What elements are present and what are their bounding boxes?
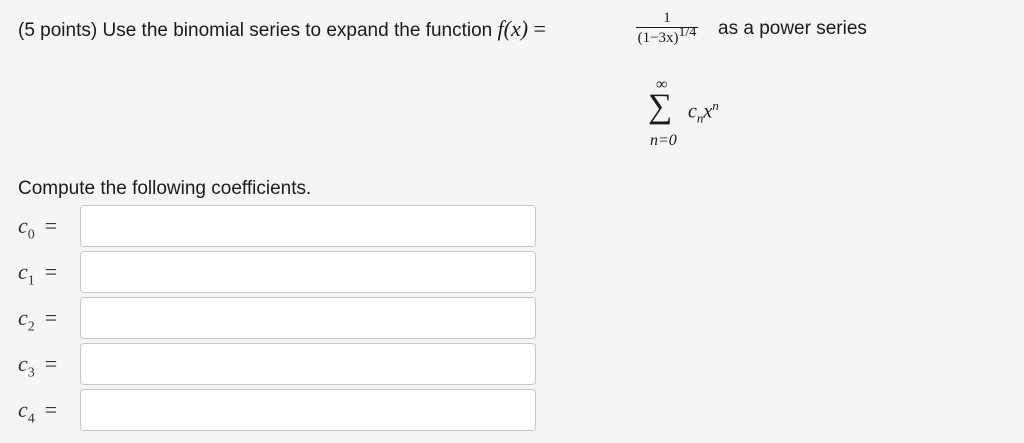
- coefficient-input-c0[interactable]: [80, 205, 536, 247]
- coefficient-row-c1: c1 =: [18, 251, 538, 293]
- coefficient-label: c0 =: [18, 213, 58, 243]
- fraction-denominator: (1−3x)1/4: [637, 25, 697, 46]
- question-suffix: as a power series: [718, 18, 867, 39]
- coefficient-label: c4 =: [18, 397, 58, 427]
- series-term: cnxn: [688, 98, 719, 126]
- instruction-text: Compute the following coefficients.: [18, 178, 312, 199]
- coefficient-label: c1 =: [18, 259, 58, 289]
- coefficient-input-c3[interactable]: [80, 343, 536, 385]
- equals-sign: =: [528, 16, 546, 41]
- fraction-exponent: 1/4: [678, 25, 697, 40]
- coefficient-label: c3 =: [18, 351, 58, 381]
- function-name: f(x): [497, 16, 529, 41]
- coefficient-row-c4: c4 =: [18, 389, 538, 431]
- function-fraction: 1 (1−3x)1/4: [636, 10, 698, 48]
- coefficient-input-c4[interactable]: [80, 389, 536, 431]
- coefficient-label: c2 =: [18, 305, 58, 335]
- coefficient-input-c2[interactable]: [80, 297, 536, 339]
- question-prefix: (5 points) Use the binomial series to ex…: [18, 20, 498, 41]
- coefficient-input-c1[interactable]: [80, 251, 536, 293]
- coefficient-row-c3: c3 =: [18, 343, 538, 385]
- fraction-numerator: 1: [663, 10, 671, 26]
- sigma-symbol: ∑: [648, 88, 673, 125]
- question-text: (5 points) Use the binomial series to ex…: [18, 16, 546, 44]
- sum-lower-limit: n=0: [650, 132, 677, 149]
- coefficient-row-c2: c2 =: [18, 297, 538, 339]
- coefficient-row-c0: c0 =: [18, 205, 538, 247]
